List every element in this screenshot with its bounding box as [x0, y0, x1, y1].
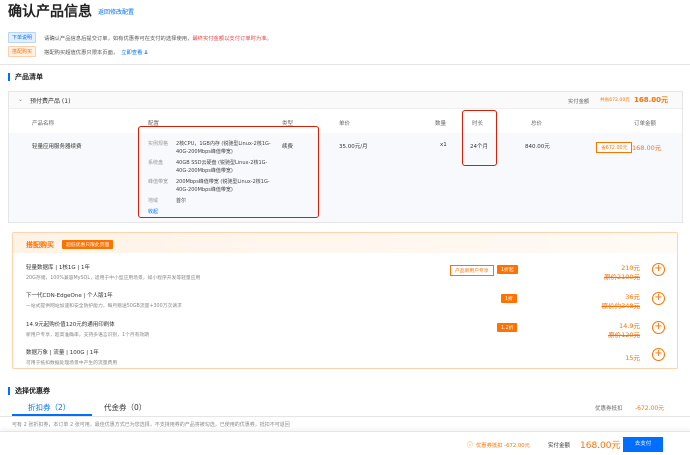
order-notice: 下单说明 请确认产品信息后提交订单，如有优惠券可在支付的选择使用， 最终实付金额… — [8, 31, 272, 44]
add-icon[interactable]: + — [652, 348, 665, 361]
divider — [0, 416, 690, 417]
coupons-title: 选择优惠券 — [8, 387, 50, 395]
addon-item-tag: 1折 — [501, 294, 517, 303]
tab-discount-coupons[interactable]: 折扣券（2） — [28, 402, 70, 413]
chevron-down-icon[interactable]: ⌄ — [18, 96, 23, 103]
add-icon[interactable]: + — [652, 321, 665, 334]
add-icon[interactable]: + — [652, 292, 665, 305]
group-total-label: 实付金额 — [568, 99, 590, 105]
product-name: 轻量应用服务器续费 — [32, 144, 82, 150]
divider — [0, 64, 690, 65]
addon-item-title: 14.9元起购价值120元的通用印刷体 — [26, 322, 115, 328]
highlight-box-config — [138, 126, 319, 218]
back-to-edit-link[interactable]: 返回修改配置 — [98, 7, 134, 16]
discount-tag: 省672.00元 — [596, 142, 633, 153]
addon-notice: 搭配购买 搭配购买超值优惠只限本页面， 立即查看 ⇊ — [8, 45, 149, 58]
group-discount: 共省672.00元 — [600, 98, 630, 103]
coupon-footnote: 可有 2 张折扣券，本订单 2 张可用，最佳优惠方式已为您选择，不支持用券的产品… — [12, 422, 290, 428]
notice-tag: 下单说明 — [8, 32, 37, 43]
col-quantity: 数量 — [435, 121, 447, 127]
addon-item-price: 15元 — [625, 354, 640, 362]
pay-button[interactable]: 去支付 — [623, 437, 663, 452]
row-total: 840.00元 — [525, 144, 550, 150]
tab-voucher-coupons[interactable]: 代金券（0） — [104, 402, 146, 413]
notice-highlight: 最终实付金额以支付订单时为准。 — [192, 35, 272, 42]
col-unit-price: 单价 — [339, 121, 351, 127]
addon-item-original: 原价2100元 — [603, 273, 640, 281]
addon-item-original: 原价120元 — [608, 331, 640, 339]
coupon-discount-label: 优惠券抵扣 — [595, 406, 623, 412]
addon-item-tag: 1.2折 — [497, 323, 518, 332]
unit-price: 35.00元/月 — [339, 144, 368, 150]
add-icon[interactable]: + — [652, 263, 665, 276]
notice-tag: 搭配购买 — [8, 46, 37, 57]
info-icon: ⓘ — [467, 442, 474, 449]
addon-item: 轻量数据库 | 1核1G | 1年 20G存储，100%兼容MySQL，适用于中… — [26, 263, 200, 281]
addon-item: 数据万象 | 流量 | 100G | 1年 可用于抵扣数据处理场景中产生的流量费… — [26, 348, 117, 366]
addon-item: 14.9元起购价值120元的通用印刷体 新用户专享，超高准确率，支持多语言识别，… — [26, 320, 149, 338]
notice-text: 搭配购买超值优惠只限本页面， — [44, 49, 119, 56]
col-total: 总价 — [531, 121, 543, 127]
addon-item-title: 数据万象 | 流量 | 100G | 1年 — [26, 350, 99, 356]
addon-title: 搭配购买 — [26, 241, 54, 249]
product-type: 续费 — [282, 144, 294, 150]
footer-total-value: 168.00元 — [580, 441, 621, 451]
prepay-group-label: 预付费产品 (1) — [30, 98, 71, 105]
col-product-name: 产品名称 — [32, 121, 55, 127]
notice-text: 请确认产品信息后提交订单，如有优惠券可在支付的选择使用， — [44, 35, 193, 42]
view-now-link[interactable]: 立即查看 ⇊ — [121, 48, 148, 56]
addon-item-desc: 一站式提供网站加速和安全防护能力，每月赠送50GB流量+300万次请求 — [26, 304, 182, 309]
group-total: 168.00元 — [634, 96, 669, 104]
footer-discount-text: 优惠券抵扣 -672.00元 — [476, 443, 530, 449]
addon-item-tag-outline: 产品新用户专享 — [450, 265, 494, 276]
addon-item: 下一代CDN-EdgeOne | 个人版1年 一站式提供网站加速和安全防护能力，… — [26, 291, 182, 309]
addon-item-title: 下一代CDN-EdgeOne | 个人版1年 — [26, 293, 113, 299]
addon-item-tag: 1折起 — [497, 265, 518, 274]
order-amount: 168.00元 — [632, 144, 662, 152]
addon-item-original: 原价约348元 — [601, 302, 640, 310]
addon-item-desc: 20G存储，100%兼容MySQL，适用于中小型应用场景，如小程序开发等轻量应用 — [26, 276, 201, 281]
highlight-box-duration — [462, 110, 497, 166]
addon-tag: 超低优惠只限此页面 — [62, 240, 114, 249]
col-order-amount: 订单金额 — [634, 121, 657, 127]
coupon-discount-value: -672.00元 — [635, 405, 665, 412]
addon-item-title: 轻量数据库 | 1核1G | 1年 — [26, 265, 90, 271]
page-title: 确认产品信息 — [8, 4, 92, 20]
addon-item-desc: 可用于抵扣数据处理场景中产生的流量费用 — [26, 361, 118, 366]
footer-total-label: 实付金额 — [548, 443, 571, 449]
addon-item-desc: 新用户专享，超高准确率，支持多语言识别，1个月有效期 — [26, 333, 149, 338]
quantity: x1 — [440, 142, 447, 148]
product-list-title: 产品清单 — [8, 73, 43, 81]
